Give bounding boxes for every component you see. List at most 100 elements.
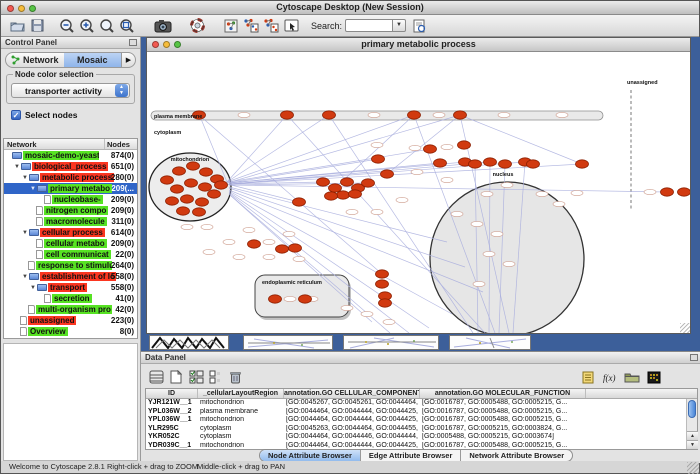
table-row[interactable]: YPL036W__1mitochondrion[GO:0044464, GO:0… [146,416,697,425]
network-node[interactable] [187,162,200,170]
network-node[interactable] [661,188,674,196]
search-dropdown-arrow[interactable]: ▼ [393,19,406,32]
select-attributes-button[interactable] [187,368,205,386]
network-node[interactable] [499,160,512,168]
tree-row[interactable]: ▼cellular process614(0) [4,227,137,238]
network-node[interactable] [408,111,421,119]
tree-row[interactable]: nucleobase-209(0) [4,194,137,205]
node-color-dropdown[interactable]: transporter activity ▲▼ [11,83,130,98]
network-node[interactable] [484,158,497,166]
scroll-down-button[interactable]: ▼ [687,440,698,449]
network-node[interactable] [434,159,447,167]
tree-row[interactable]: cellular metabo209(0) [4,238,137,249]
network-node[interactable] [171,185,184,193]
expand-arrow-icon[interactable]: ▼ [30,285,36,291]
network-node[interactable] [161,176,174,184]
tree-row[interactable]: nitrogen compo209(0) [4,205,137,216]
network-node[interactable] [469,160,482,168]
new-attribute-button[interactable] [167,368,185,386]
unselect-attributes-button[interactable] [206,368,224,386]
network-node[interactable] [196,198,209,206]
app-resize-grip[interactable] [687,462,699,474]
zoom-out-button[interactable] [58,17,76,35]
network-node[interactable] [281,111,294,119]
network-node[interactable] [424,145,437,153]
tree-row[interactable]: ▼transport558(0) [4,282,137,293]
network-node[interactable] [376,280,389,288]
tab-mosaic[interactable]: Mosaic [64,53,122,67]
network-node[interactable] [376,270,389,278]
network-node[interactable] [454,111,467,119]
network-overview-button[interactable] [222,17,240,35]
search-input[interactable] [345,19,393,32]
network-node[interactable] [200,168,213,176]
table-row[interactable]: YKR052Ccytoplasm[GO:0044464, GO:0044446,… [146,433,697,442]
network-node[interactable] [293,198,306,206]
network-node[interactable] [181,195,194,203]
table-row[interactable]: YPL036W__2plasma membrane[GO:0044464, GO… [146,408,697,417]
window-resize-grip[interactable] [680,323,690,333]
network-canvas[interactable]: plasma membranecytoplasmmitochondrionnuc… [147,52,690,333]
network-node[interactable] [323,111,336,119]
copy-view-red-button[interactable] [262,17,280,35]
network-node[interactable] [349,190,362,198]
network-node[interactable] [458,141,471,149]
network-window-titlebar[interactable]: primary metabolic process [147,38,690,52]
tab-network[interactable]: Network [6,53,64,67]
tree-row[interactable]: ▼establishment of lo558(0) [4,271,137,282]
column-header[interactable]: annotation.GO CELLULAR_COMPONENT [284,389,420,398]
select-all-attributes-button[interactable] [147,368,165,386]
column-header[interactable]: _cellularLayoutRegion [198,389,284,398]
tree-row[interactable]: unassigned223(0) [4,315,137,326]
open-session-button[interactable] [8,17,26,35]
network-node[interactable] [337,191,350,199]
column-header[interactable]: ID [146,389,198,398]
scroll-up-button[interactable]: ▲ [687,431,698,440]
delete-attribute-button[interactable] [226,368,244,386]
network-node[interactable] [199,183,212,191]
tab-network-attribute-browser[interactable]: Network Attribute Browser [461,450,572,461]
network-node[interactable] [329,184,342,192]
tree-row[interactable]: response to stimulu264(0) [4,260,137,271]
formula-builder-button[interactable]: f(x) [601,368,619,386]
tree-row[interactable]: multi-organism pro42(0) [4,304,137,315]
column-header[interactable]: annotation.GO MOLECULAR_FUNCTION [420,389,586,398]
snapshot-button[interactable] [154,17,172,35]
annotation-button[interactable] [282,17,300,35]
network-node[interactable] [325,192,338,200]
tree-row[interactable]: ▼primary metabo209(... [4,183,137,194]
search-config-button[interactable] [410,17,428,35]
expand-arrow-icon[interactable]: ▼ [22,274,28,280]
network-node[interactable] [276,245,289,253]
background-window-peek[interactable] [343,335,439,350]
network-node[interactable] [379,299,392,307]
zoom-selected-button[interactable] [98,17,116,35]
table-row[interactable]: YJR121W__1mitochondrion[GO:0045267, GO:0… [146,399,697,408]
background-window-peek[interactable] [243,335,333,350]
tree-row[interactable]: ▼metabolic process280(0) [4,172,137,183]
select-nodes-checkbox[interactable]: ✓ [11,110,21,120]
tree-row[interactable]: ▼biological_process651(0) [4,161,137,172]
tree-row[interactable]: secretion41(0) [4,293,137,304]
network-node[interactable] [185,179,198,187]
zoom-fit-button[interactable] [118,17,136,35]
network-node[interactable] [381,170,394,178]
float-panel-icon[interactable] [129,39,137,46]
expand-arrow-icon[interactable]: ▼ [30,186,36,192]
network-node[interactable] [317,178,330,186]
network-node[interactable] [208,190,221,198]
network-node[interactable] [678,188,691,196]
window-titlebar[interactable]: Cytoscape Desktop (New Session) [1,1,699,15]
tab-edge-attribute-browser[interactable]: Edge Attribute Browser [361,450,461,461]
tree-header[interactable]: Network Nodes [4,139,137,150]
network-node[interactable] [248,240,261,248]
network-node[interactable] [193,208,206,216]
float-panel-icon[interactable] [690,354,698,361]
network-node[interactable] [362,179,375,187]
table-row[interactable]: YLR295Ccytoplasm[GO:0045263, GO:0044464,… [146,425,697,434]
scrollbar-thumb[interactable] [688,400,696,418]
help-button[interactable] [188,17,206,35]
attribute-editor-button[interactable] [579,368,597,386]
background-window-peek[interactable] [449,335,531,350]
network-node[interactable] [289,244,302,252]
